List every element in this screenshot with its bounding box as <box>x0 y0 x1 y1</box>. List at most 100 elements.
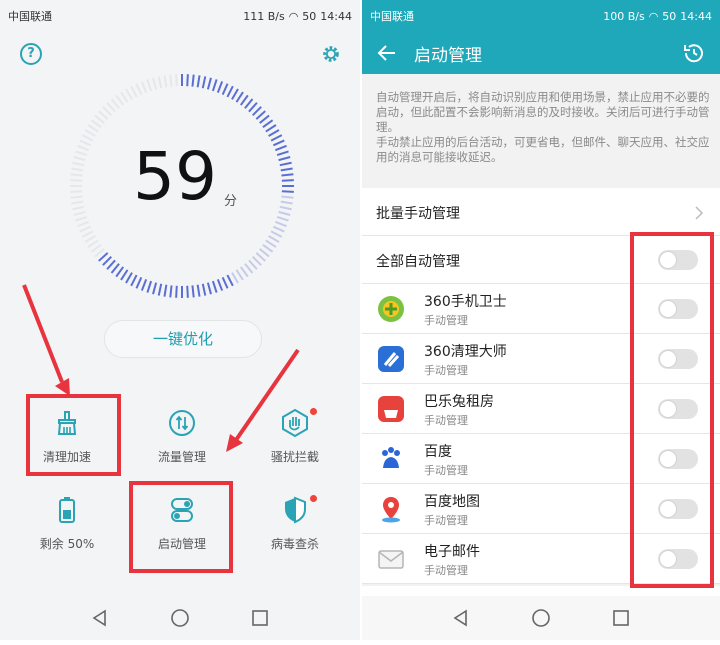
chevron-right-icon <box>695 206 704 220</box>
shield-icon <box>285 496 306 524</box>
ring-tick <box>140 278 148 291</box>
ring-tick <box>239 266 249 278</box>
tool-label: 流量管理 <box>157 450 206 464</box>
ring-tick <box>235 91 244 103</box>
ring-tick <box>94 114 105 124</box>
ring-tick <box>98 110 109 120</box>
ring-tick <box>163 284 168 297</box>
annotation-box-toggles <box>630 232 714 588</box>
tool-data-traffic[interactable]: 流量管理 <box>127 408 237 465</box>
optimize-button[interactable]: 一键优化 <box>104 320 262 358</box>
ring-tick <box>110 263 120 274</box>
phone-manager-screen: 中国联通 111 B/s ◠ 50 14:44 ? 59 分 一键优化 清理加速… <box>0 0 360 640</box>
ring-tick <box>72 161 85 167</box>
ring-tick <box>163 75 168 88</box>
tool-virus-scan[interactable]: 病毒查杀 <box>240 495 350 552</box>
ring-tick <box>79 225 92 233</box>
wifi-icon: ◠ <box>648 9 659 23</box>
ring-tick <box>73 156 86 162</box>
batch-manual-row[interactable]: 批量手动管理 <box>362 188 720 236</box>
notification-badge <box>310 408 317 415</box>
wifi-icon: ◠ <box>288 9 299 23</box>
notification-badge <box>310 495 317 502</box>
recents-nav-icon[interactable] <box>611 608 631 628</box>
ring-tick <box>146 79 153 92</box>
ring-tick <box>120 269 129 281</box>
ring-tick <box>216 81 224 94</box>
annotation-box-startup <box>129 481 233 573</box>
hand-block-icon <box>282 408 308 438</box>
battery-icon <box>59 497 75 523</box>
ring-tick <box>81 230 94 238</box>
ring-tick <box>102 256 112 266</box>
back-arrow-icon[interactable] <box>374 40 400 66</box>
ring-tick <box>87 124 99 133</box>
baidu-map-icon <box>382 497 400 523</box>
ring-tick <box>206 77 212 90</box>
clock: 14:44 <box>680 9 712 23</box>
app-status: 手动管理 <box>424 414 468 427</box>
ring-tick <box>281 173 294 177</box>
ring-tick <box>106 102 116 113</box>
app-status: 手动管理 <box>424 514 468 527</box>
ring-tick <box>279 205 292 211</box>
back-nav-icon[interactable] <box>451 608 471 628</box>
ring-tick <box>73 210 86 216</box>
back-nav-icon[interactable] <box>90 608 110 628</box>
email-icon <box>378 550 404 569</box>
history-clock-icon[interactable] <box>682 41 706 65</box>
battery-level: 50 <box>302 9 317 23</box>
tool-battery[interactable]: 剩余 50% <box>12 495 122 552</box>
ring-tick <box>191 285 195 298</box>
ring-tick <box>226 85 234 98</box>
gear-icon[interactable] <box>320 43 342 65</box>
score-value: 59 <box>133 138 217 215</box>
ring-tick <box>211 79 218 92</box>
ring-tick <box>106 259 116 270</box>
app-status: 手动管理 <box>424 314 468 327</box>
ring-tick <box>270 230 283 238</box>
ring-tick <box>201 283 207 296</box>
ring-tick <box>211 280 218 293</box>
ring-tick <box>265 239 277 248</box>
ring-tick <box>276 150 289 157</box>
clock: 14:44 <box>320 9 352 23</box>
tool-harass-block[interactable]: 骚扰拦截 <box>240 408 350 465</box>
ring-tick <box>201 76 207 89</box>
ring-tick <box>196 75 201 88</box>
page-title: 启动管理 <box>414 46 482 66</box>
description-text: 自动管理开启后，将自动识别应用和使用场景，禁止应用不必要的启动，但此配置不会影响… <box>376 90 712 165</box>
ring-tick <box>90 119 102 129</box>
ring-tick <box>125 272 133 284</box>
ring-tick <box>135 83 143 96</box>
ring-tick <box>255 252 266 262</box>
ring-tick <box>206 282 212 295</box>
ring-tick <box>262 243 274 253</box>
recents-nav-icon[interactable] <box>250 608 270 628</box>
carrier-label: 中国联通 <box>370 10 414 23</box>
ring-tick <box>130 85 138 98</box>
home-nav-icon[interactable] <box>170 608 190 628</box>
ring-tick <box>270 134 283 142</box>
description-paragraph: 手动禁止应用的后台活动，可更省电，但邮件、聊天应用、社交应用的消息可能接收延迟。 <box>376 135 710 164</box>
app-name: 巴乐兔租房 <box>424 394 494 410</box>
ring-tick <box>71 200 84 205</box>
ring-tick <box>248 259 258 270</box>
ring-tick <box>70 195 83 199</box>
all-auto-label: 全部自动管理 <box>376 254 460 270</box>
home-nav-icon[interactable] <box>531 608 551 628</box>
status-bar: 中国联通 111 B/s ◠ 50 14:44 <box>0 0 360 32</box>
ring-tick <box>169 74 173 87</box>
ring-tick <box>268 235 280 243</box>
help-icon[interactable]: ? <box>20 43 42 65</box>
ring-tick <box>125 88 133 100</box>
ring-tick <box>146 280 153 293</box>
ring-tick <box>84 235 96 243</box>
ring-tick <box>90 243 102 253</box>
network-speed: 111 B/s <box>243 9 285 23</box>
ring-tick <box>157 76 163 89</box>
app-name: 360清理大师 <box>424 344 507 360</box>
ring-tick <box>79 139 92 147</box>
ring-tick <box>135 276 143 289</box>
ring-tick <box>278 210 291 216</box>
